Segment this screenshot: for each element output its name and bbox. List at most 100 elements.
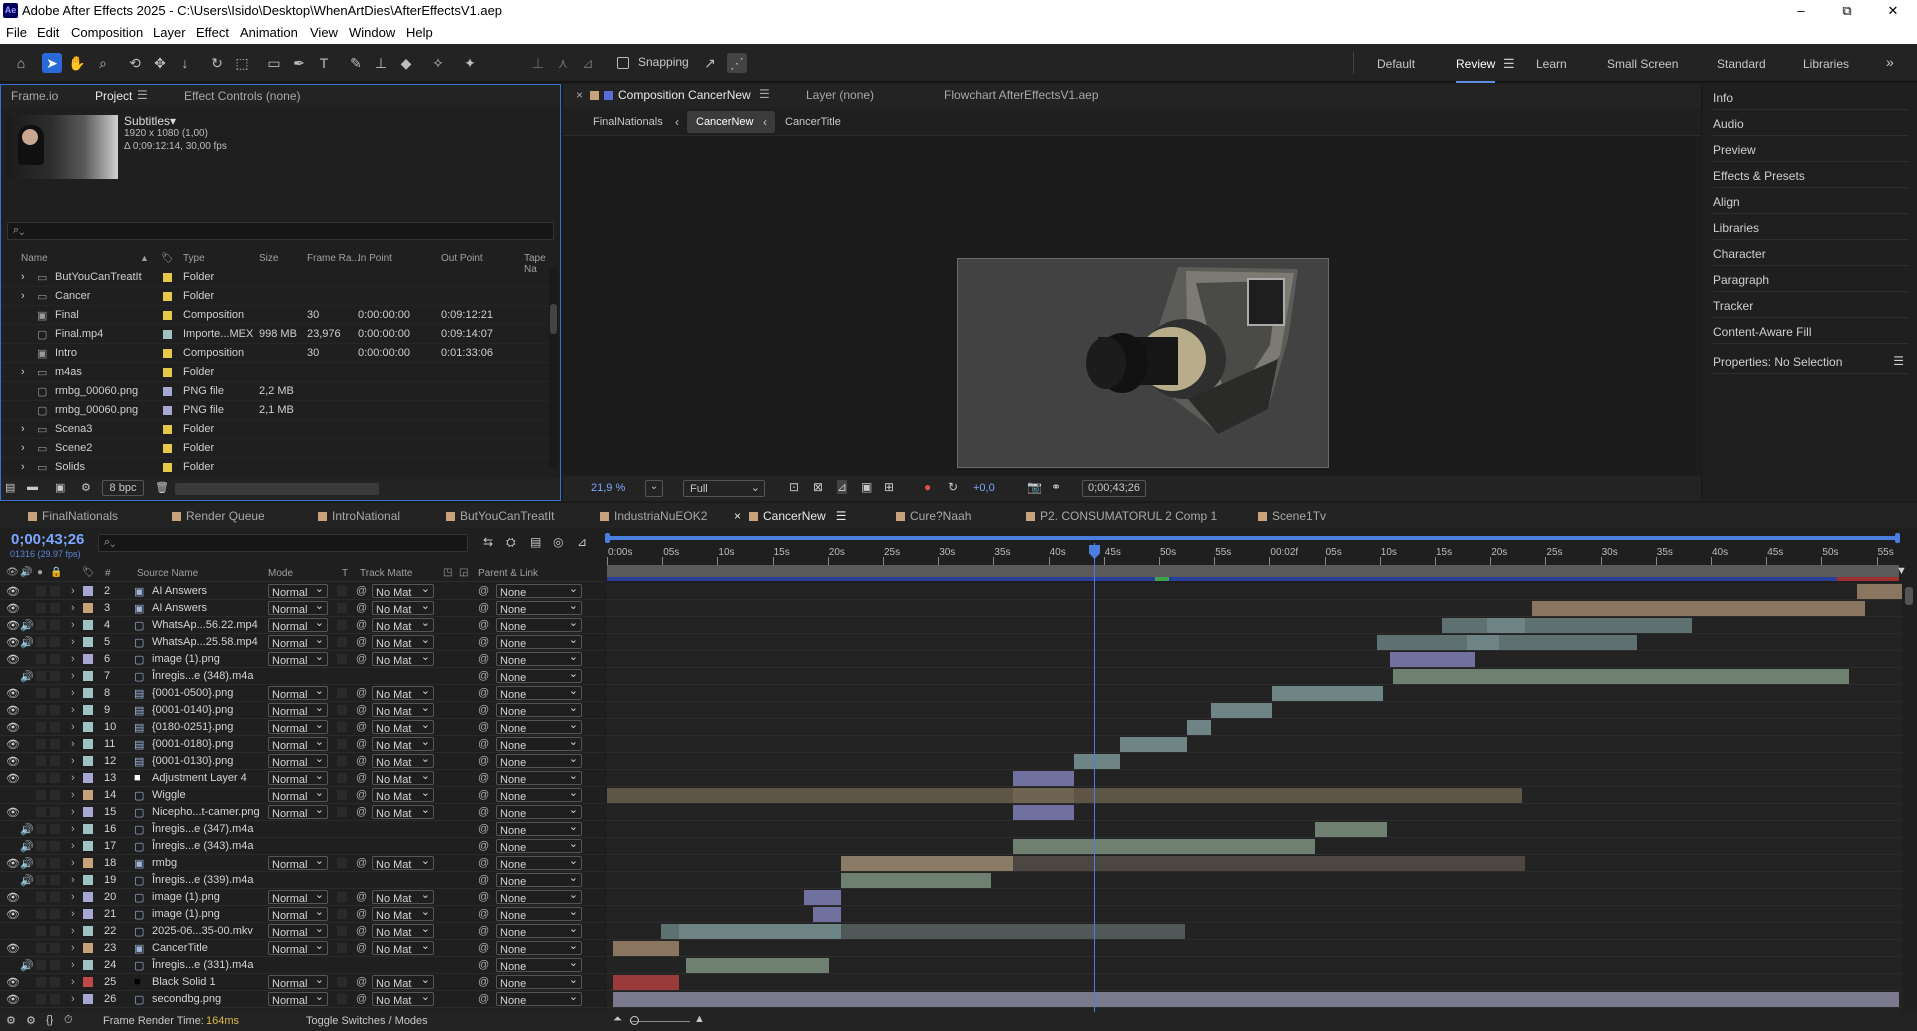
timeline-layer-row[interactable]: 👁 › 23 ▣ CancerTitle Normal @ No Mat @ None (0, 939, 605, 957)
matte-pickwhip-icon[interactable]: @ (356, 755, 367, 767)
timeline-layer-row[interactable]: 🔊 › 19 ▢ Înregis...e (339).m4a @ None (0, 871, 605, 889)
project-row[interactable]: ▢ rmbg_00060.png PNG file 2,2 MB (1, 382, 549, 401)
eye-icon[interactable]: 👁 (6, 806, 20, 819)
show-snapshot-icon[interactable]: ⚭ (1051, 480, 1061, 494)
lock-box[interactable] (50, 620, 60, 630)
parent-pickwhip-icon[interactable]: @ (478, 993, 489, 1005)
solo-box[interactable] (36, 722, 46, 732)
blend-mode-dropdown[interactable]: Normal (268, 735, 328, 752)
layer-duration-bar[interactable] (804, 890, 841, 905)
solo-box[interactable] (36, 671, 46, 681)
layer-label-swatch[interactable] (83, 824, 93, 834)
comp-close-icon[interactable]: × (576, 88, 583, 102)
workspace-small-screen[interactable]: Small Screen (1607, 57, 1678, 71)
twirl-arrow-icon[interactable]: › (71, 636, 75, 648)
layer-duration-bar[interactable] (1013, 805, 1074, 820)
speaker-icon[interactable]: 🔊 (20, 874, 34, 887)
menu-animation[interactable]: Animation (240, 25, 298, 40)
layer-duration-bar[interactable] (1074, 754, 1120, 769)
track-matte-dropdown[interactable]: No Mat (372, 922, 434, 939)
layer-duration-bar[interactable] (1315, 822, 1387, 837)
current-time-field[interactable]: 0;00;43;26 (1082, 480, 1146, 497)
matte-pickwhip-icon[interactable]: @ (356, 653, 367, 665)
tab-frameio[interactable]: Frame.io (11, 89, 58, 103)
parent-dropdown[interactable]: None (496, 973, 582, 990)
layer-source-name[interactable]: Nicepho...t-camer.png (152, 806, 260, 818)
twirl-arrow-icon[interactable]: › (71, 602, 75, 614)
blend-mode-dropdown[interactable]: Normal (268, 633, 328, 650)
matte-pickwhip-icon[interactable]: @ (356, 942, 367, 954)
parent-dropdown[interactable]: None (496, 616, 582, 633)
speaker-icon[interactable]: 🔊 (20, 670, 34, 683)
preserve-transparency-box[interactable] (337, 807, 347, 817)
bpc-button[interactable]: 8 bpc (102, 480, 144, 496)
preserve-transparency-box[interactable] (337, 790, 347, 800)
timeline-layer-row[interactable]: 👁🔊 › 5 ▢ WhatsAp...25.58.mp4 Normal @ No Mat @ No… (0, 633, 605, 651)
layer-label-swatch[interactable] (83, 960, 93, 970)
project-row[interactable]: › ▭ Cancer Folder (1, 287, 549, 306)
col-out-point[interactable]: Out Point (441, 253, 483, 264)
solo-box[interactable] (36, 586, 46, 596)
layer-source-name[interactable]: CancerTitle (152, 942, 208, 954)
type-tool-icon[interactable]: T (314, 53, 334, 73)
work-area-end-icon[interactable]: ▼ (1896, 565, 1908, 579)
preserve-transparency-box[interactable] (337, 994, 347, 1004)
solo-box[interactable] (36, 824, 46, 834)
eye-icon[interactable]: 👁 (6, 976, 20, 989)
label-swatch[interactable] (163, 406, 172, 415)
label-swatch[interactable] (163, 387, 172, 396)
preserve-transparency-box[interactable] (337, 858, 347, 868)
blend-mode-dropdown[interactable]: Normal (268, 684, 328, 701)
layer-duration-bar[interactable] (1467, 635, 1499, 650)
parent-dropdown[interactable]: None (496, 667, 582, 684)
twirl-arrow-icon[interactable]: › (71, 738, 75, 750)
label-swatch[interactable] (163, 463, 172, 472)
timeline-layer-row[interactable]: 👁 › 3 ▣ AI Answers Normal @ No Mat @ None (0, 599, 605, 617)
twirl-arrow-icon[interactable]: › (71, 993, 75, 1005)
layer-source-name[interactable]: {0001-0500}.png (152, 687, 233, 699)
layer-duration-bar[interactable] (613, 992, 1899, 1007)
timeline-layer-row[interactable]: 👁 › 10 ▤ {0180-0251}.png Normal @ No Mat @ None (0, 718, 605, 736)
track-matte-dropdown[interactable]: No Mat (372, 752, 434, 769)
lock-box[interactable] (50, 807, 60, 817)
parent-dropdown[interactable]: None (496, 922, 582, 939)
preserve-transparency-box[interactable] (337, 620, 347, 630)
timeline-tab-close-icon[interactable]: × (734, 509, 741, 523)
lock-box[interactable] (50, 892, 60, 902)
layer-source-name[interactable]: Înregis...e (343).m4a (152, 840, 254, 852)
eye-icon[interactable]: 👁 (6, 721, 20, 734)
grid-guides-icon[interactable]: ⊞ (884, 480, 894, 494)
in-out-icon[interactable]: {} (46, 1014, 53, 1026)
new-comp-icon[interactable]: ▣ (55, 481, 65, 494)
timeline-timecode[interactable]: 0;00;43;26 (11, 531, 84, 548)
eye-icon[interactable]: 👁 (6, 602, 20, 615)
maximize-button[interactable]: ⧉ (1824, 0, 1870, 22)
layer-label-swatch[interactable] (83, 603, 93, 613)
blend-mode-dropdown[interactable]: Normal (268, 973, 328, 990)
exposure-value[interactable]: +0,0 (973, 482, 995, 494)
parent-dropdown[interactable]: None (496, 871, 582, 888)
pen-tool-icon[interactable]: ✒ (289, 53, 309, 73)
parent-pickwhip-icon[interactable]: @ (478, 670, 489, 682)
twirl-arrow-icon[interactable]: › (71, 959, 75, 971)
eye-icon[interactable]: 👁 (6, 755, 20, 768)
expand-arrow-icon[interactable]: › (21, 442, 25, 454)
parent-pickwhip-icon[interactable]: @ (478, 874, 489, 886)
comp-viewer[interactable] (563, 136, 1701, 476)
matte-switch-icon[interactable]: ◳ (443, 567, 452, 578)
parent-dropdown[interactable]: None (496, 956, 582, 973)
expand-arrow-icon[interactable]: › (21, 290, 25, 302)
twirl-arrow-icon[interactable]: › (71, 653, 75, 665)
matte-pickwhip-icon[interactable]: @ (356, 976, 367, 988)
parent-pickwhip-icon[interactable]: @ (478, 738, 489, 750)
parent-pickwhip-icon[interactable]: @ (478, 840, 489, 852)
right-panel-item[interactable]: Info (1713, 84, 1908, 110)
parent-dropdown[interactable]: None (496, 990, 582, 1007)
col-parent-link[interactable]: Parent & Link (478, 568, 538, 579)
workspace-standard[interactable]: Standard (1717, 57, 1766, 71)
layer-source-name[interactable]: Înregis...e (339).m4a (152, 874, 254, 886)
track-matte-dropdown[interactable]: No Mat (372, 650, 434, 667)
parent-dropdown[interactable]: None (496, 803, 582, 820)
timeline-tab-menu-icon[interactable]: ☰ (836, 509, 847, 523)
lock-box[interactable] (50, 909, 60, 919)
